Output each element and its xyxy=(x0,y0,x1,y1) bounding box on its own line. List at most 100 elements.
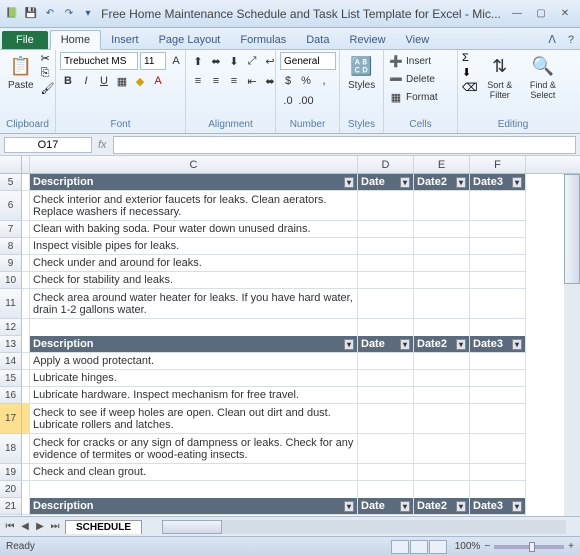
row-header[interactable]: 17 xyxy=(0,404,22,434)
decrease-decimal-icon[interactable]: .00 xyxy=(298,93,314,109)
cell[interactable] xyxy=(22,434,30,464)
cell[interactable] xyxy=(22,336,30,353)
normal-view-button[interactable] xyxy=(391,540,409,554)
row-header[interactable]: 13 xyxy=(0,336,22,353)
cell[interactable] xyxy=(22,221,30,238)
delete-cells-button[interactable]: ➖Delete xyxy=(388,70,435,88)
number-format-input[interactable] xyxy=(280,52,336,70)
insert-cells-button[interactable]: ➕Insert xyxy=(388,52,431,70)
cell-description[interactable]: Check area around water heater for leaks… xyxy=(30,289,358,319)
row-header[interactable]: 10 xyxy=(0,272,22,289)
decrease-indent-icon[interactable]: ⇤ xyxy=(244,73,260,89)
zoom-label[interactable]: 100% xyxy=(455,541,481,552)
cell-date3[interactable] xyxy=(470,272,526,289)
filter-dropdown-icon[interactable]: ▾ xyxy=(400,339,410,350)
underline-icon[interactable]: U xyxy=(96,73,112,89)
cell[interactable] xyxy=(22,353,30,370)
cell-date[interactable] xyxy=(358,319,414,336)
cell-date3[interactable] xyxy=(470,221,526,238)
cell-date3[interactable] xyxy=(470,464,526,481)
font-size-input[interactable] xyxy=(140,52,166,70)
filter-dropdown-icon[interactable]: ▾ xyxy=(512,501,522,512)
row-header[interactable]: 16 xyxy=(0,387,22,404)
find-select-button[interactable]: 🔍 Find & Select xyxy=(522,52,564,102)
select-all-corner[interactable] xyxy=(0,156,22,173)
nav-last-icon[interactable]: ⏭ xyxy=(48,521,62,532)
cell-description[interactable] xyxy=(30,319,358,336)
cell-date2[interactable] xyxy=(414,370,470,387)
row-header[interactable]: 7 xyxy=(0,221,22,238)
filter-dropdown-icon[interactable]: ▾ xyxy=(344,177,354,188)
cell-date[interactable] xyxy=(358,515,414,516)
tab-formulas[interactable]: Formulas xyxy=(230,31,296,49)
cell-date2[interactable] xyxy=(414,387,470,404)
cell-date3[interactable] xyxy=(470,238,526,255)
cell-description[interactable]: Check for cracks or any sign of dampness… xyxy=(30,434,358,464)
copy-icon[interactable]: ⎘ xyxy=(41,67,55,80)
page-layout-view-button[interactable] xyxy=(410,540,428,554)
cell-date3[interactable] xyxy=(470,404,526,434)
maximize-button[interactable]: ▢ xyxy=(530,6,552,22)
cell[interactable] xyxy=(22,370,30,387)
cell-description[interactable]: Lubricate hinges. xyxy=(30,370,358,387)
row-header[interactable]: 15 xyxy=(0,370,22,387)
help-icon[interactable]: ? xyxy=(562,31,580,49)
row-header[interactable]: 22 xyxy=(0,515,22,516)
cell-description[interactable]: Check and clean grout. xyxy=(30,464,358,481)
tab-insert[interactable]: Insert xyxy=(101,31,149,49)
cell[interactable] xyxy=(22,498,30,515)
cell-date3[interactable] xyxy=(470,191,526,221)
header-cell-date3[interactable]: Date3▾ xyxy=(470,498,526,515)
orientation-icon[interactable]: ⤢ xyxy=(244,53,260,69)
increase-decimal-icon[interactable]: .0 xyxy=(280,93,296,109)
cell-date2[interactable] xyxy=(414,353,470,370)
filter-dropdown-icon[interactable]: ▾ xyxy=(344,501,354,512)
header-cell-date2[interactable]: Date2▾ xyxy=(414,498,470,515)
cell[interactable] xyxy=(22,174,30,191)
tab-view[interactable]: View xyxy=(396,31,440,49)
row-header[interactable]: 9 xyxy=(0,255,22,272)
nav-prev-icon[interactable]: ◀ xyxy=(18,521,32,532)
percent-icon[interactable]: % xyxy=(298,73,314,89)
cell-date[interactable] xyxy=(358,404,414,434)
row-header[interactable]: 8 xyxy=(0,238,22,255)
cell-date[interactable] xyxy=(358,272,414,289)
sheet-tab-schedule[interactable]: SCHEDULE xyxy=(65,520,142,534)
scrollbar-thumb[interactable] xyxy=(162,520,222,534)
cell[interactable] xyxy=(22,255,30,272)
header-cell-date2[interactable]: Date2▾ xyxy=(414,174,470,191)
row-header[interactable]: 11 xyxy=(0,289,22,319)
cell[interactable] xyxy=(22,272,30,289)
format-cells-button[interactable]: ▦Format xyxy=(388,88,438,106)
header-cell-date[interactable]: Date▾ xyxy=(358,174,414,191)
col-header-d[interactable]: D xyxy=(358,156,414,173)
bold-icon[interactable]: B xyxy=(60,73,76,89)
vertical-scrollbar[interactable] xyxy=(564,174,580,516)
row-header[interactable]: 5 xyxy=(0,174,22,191)
cell[interactable] xyxy=(22,238,30,255)
comma-icon[interactable]: , xyxy=(316,73,332,89)
tab-file[interactable]: File xyxy=(2,31,48,49)
styles-button[interactable]: 🔠 Styles xyxy=(344,52,379,93)
cell-date[interactable] xyxy=(358,221,414,238)
cell-date[interactable] xyxy=(358,370,414,387)
cell-date3[interactable] xyxy=(470,289,526,319)
tab-data[interactable]: Data xyxy=(296,31,339,49)
border-icon[interactable]: ▦ xyxy=(114,73,130,89)
cell-date[interactable] xyxy=(358,387,414,404)
fill-icon[interactable]: ⬇ xyxy=(462,66,478,79)
cell[interactable] xyxy=(22,191,30,221)
cell-date2[interactable] xyxy=(414,289,470,319)
cell[interactable] xyxy=(22,515,30,516)
name-box[interactable]: O17 xyxy=(4,137,92,153)
filter-dropdown-icon[interactable]: ▾ xyxy=(456,501,466,512)
fx-icon[interactable]: fx xyxy=(98,139,107,151)
cell-date2[interactable] xyxy=(414,255,470,272)
cell-date[interactable] xyxy=(358,255,414,272)
filter-dropdown-icon[interactable]: ▾ xyxy=(400,501,410,512)
cell-description[interactable]: Lubricate hardware. Inspect mechanism fo… xyxy=(30,387,358,404)
tab-review[interactable]: Review xyxy=(339,31,395,49)
nav-next-icon[interactable]: ▶ xyxy=(33,521,47,532)
col-header-c[interactable]: C xyxy=(30,156,358,173)
currency-icon[interactable]: $ xyxy=(280,73,296,89)
